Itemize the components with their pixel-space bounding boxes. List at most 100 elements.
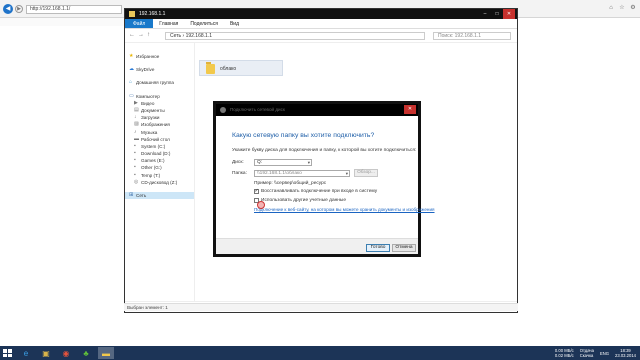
folder-label: облако [220,66,237,72]
map-drive-dialog: Подключить сетевой диск ✕ Какую сетевую … [213,101,435,257]
tab-share[interactable]: Поделиться [184,19,224,28]
ie-icon[interactable]: e [18,347,34,359]
folder-label: Папка: [232,171,247,176]
tab-file[interactable]: Файл [125,19,154,28]
net-labels: Отдача Скачка [580,348,594,358]
net-speed: 0.00 МБ/с 0.02 МБ/с [555,348,574,358]
cd-icon: ◎ [134,178,139,185]
tree-item[interactable]: ◎ CD-дисковод (Z:) [125,179,194,186]
tree-item-label: Other (G:) [141,165,162,171]
star-icon[interactable]: ☆ [618,4,626,12]
chevron-down-icon: ▾ [307,160,310,165]
chrome-icon[interactable]: ◉ [58,347,74,359]
tree-item[interactable]: ♪ Музыка [125,129,194,136]
selection-status: Выбран элемент: 1 [124,303,518,311]
clover-icon[interactable]: ♣ [78,347,94,359]
example-text: Пример: \\сервер\общий_ресурс [254,181,327,186]
tree-item[interactable]: ▭ Компьютер [125,93,194,100]
tree-item[interactable]: ▪ Games (E:) [125,157,194,164]
credentials-label: Использовать другие учетные данные [261,198,347,203]
tree-item[interactable]: ▬ Рабочий стол [125,136,194,143]
cloud-icon: ☁ [129,66,134,73]
tree-item-label: Видео [141,100,155,106]
address-bar[interactable]: http://192.168.1.1/ [26,5,122,14]
maximize-button[interactable]: □ [491,9,503,19]
drive-select[interactable]: Q: ▾ [254,159,312,166]
ribbon-tabs: Файл Главная Поделиться Вид [125,19,517,29]
homegroup-icon: ⌂ [129,79,133,86]
checkbox-checked[interactable] [254,188,259,194]
reconnect-checkbox[interactable]: Восстанавливать подключение при входе в … [254,188,377,194]
credentials-checkbox[interactable]: Использовать другие учетные данные [254,198,346,203]
tree-item[interactable]: ▪ Temp (T:) [125,172,194,179]
images-icon: ▨ [134,121,139,128]
network-icon: ⊞ [129,192,134,198]
drive-value: Q: [257,160,263,165]
tree-item-label: CD-дисковод (Z:) [141,179,178,185]
tree-item[interactable]: ☁ SkyDrive [125,66,194,73]
drive-icon: ▪ [134,171,136,178]
clock[interactable]: 18:39 23.03.2014 [615,348,636,358]
tree-item[interactable]: ▶ Видео [125,100,194,107]
drive-icon: ▪ [134,150,136,157]
tree-item[interactable]: ▪ Other (G:) [125,164,194,171]
cancel-button[interactable]: Отмена [392,244,416,252]
dialog-description: Укажите букву диска для подключения и па… [232,148,417,153]
browser-icons: ⌂ ☆ ⚙ [607,4,637,12]
start-button[interactable] [3,349,12,357]
up-icon[interactable]: ↑ [147,32,150,38]
browser-page-area [518,18,640,346]
tree-item-label: Компьютер [136,93,160,99]
drive-icon: ▪ [134,164,136,171]
drive-icon: ▪ [134,142,136,149]
tab-view[interactable]: Вид [224,19,245,28]
tree-item-label: Temp (T:) [141,172,161,178]
finish-button[interactable]: Готово [366,244,390,252]
explorer-navbar: ← → ↑ Сеть › 192.168.1.1 Поиск: 192.168.… [125,29,517,43]
tree-item[interactable]: ▪ Download (D:) [125,150,194,157]
folder-input[interactable]: \\192.168.1.1\облако ▾ [254,170,350,177]
folder-icon [206,62,215,74]
back-icon[interactable] [220,107,226,113]
tree-item[interactable]: ▤ Документы [125,107,194,114]
drive-label: Диск: [232,160,244,165]
forward-arrow-icon[interactable]: ▶ [15,5,23,13]
clock-date: 23.03.2014 [615,353,636,358]
browse-button[interactable]: Обзор... [354,169,378,177]
tab-home[interactable]: Главная [153,19,184,28]
close-button[interactable]: ✕ [503,9,515,19]
gear-icon[interactable]: ⚙ [629,4,637,12]
documents-icon: ▤ [134,106,139,113]
nav-tree: ★ Избранное ☁ SkyDrive ⌂ Домашняя группа ▭ Комп… [125,43,195,301]
forward-icon[interactable]: → [138,32,144,38]
close-icon[interactable]: ✕ [404,105,416,114]
download-speed: 0.02 МБ/с [554,353,574,358]
language-indicator[interactable]: ENG [600,351,609,356]
website-link[interactable]: Подключение к веб-сайту, на котором вы м… [254,207,435,212]
minimize-button[interactable]: – [479,9,491,19]
back-arrow-icon[interactable]: ◀ [3,4,13,14]
tree-item-label: Сеть [136,193,147,198]
tree-item[interactable]: ▨ Изображения [125,121,194,128]
folder-icon [129,11,135,17]
home-icon[interactable]: ⌂ [607,4,615,12]
tree-item[interactable]: ★ Избранное [125,53,194,60]
folder-item[interactable]: облако [199,60,283,76]
tree-item[interactable]: ⌂ Домашняя группа [125,79,194,86]
tree-item-label: Домашняя группа [136,80,174,86]
path-bar[interactable]: Сеть › 192.168.1.1 [165,32,425,40]
explorer-titlebar: 192.168.1.1 – □ ✕ [125,9,517,19]
back-icon[interactable]: ← [129,32,135,38]
taskbar: e ▣ ◉ ♣ ▬ 0.00 МБ/с 0.02 МБ/с Отдача Ска… [0,346,640,360]
explorer-icon[interactable]: ▣ [38,347,54,359]
tree-item[interactable]: ▪ System (C:) [125,143,194,150]
tree-item-label: Рабочий стол [141,136,170,142]
search-input[interactable]: Поиск: 192.168.1.1 [433,32,511,40]
tree-item[interactable]: ↓ Загрузки [125,114,194,121]
tree-item-label: Games (E:) [141,158,165,164]
video-icon: ▶ [134,99,138,106]
tree-item-label: Изображения [141,122,170,128]
dialog-title: Подключить сетевой диск [230,107,285,112]
folder-icon[interactable]: ▬ [98,347,114,359]
tree-item[interactable]: ⊞ Сеть [125,192,194,200]
